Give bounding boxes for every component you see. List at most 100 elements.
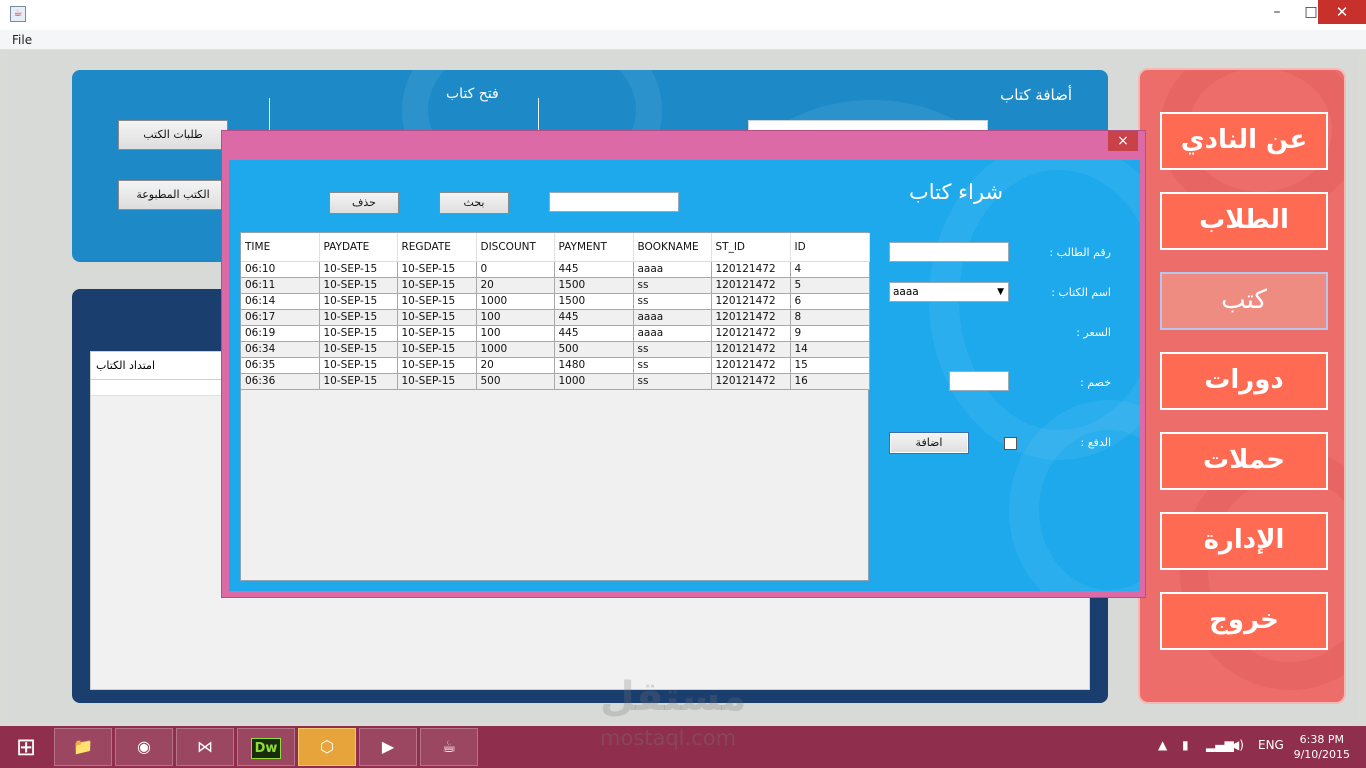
- java-cup-icon: ☕: [10, 6, 26, 22]
- table-cell: 10-SEP-15: [397, 357, 477, 374]
- search-input[interactable]: [549, 192, 679, 212]
- file-explorer-icon[interactable]: 📁: [54, 728, 112, 766]
- table-cell: 120121472: [711, 357, 791, 374]
- table-cell: 500: [476, 373, 555, 390]
- book-requests-button[interactable]: طلبات الكتب: [118, 120, 228, 150]
- table-cell: 9: [790, 325, 870, 342]
- table-cell: 10-SEP-15: [397, 373, 477, 390]
- add-button[interactable]: اضافة: [889, 432, 969, 454]
- table-cell: 10-SEP-15: [397, 293, 477, 310]
- table-cell: aaaa: [633, 309, 712, 326]
- table-cell: 445: [554, 309, 634, 326]
- table-row[interactable]: 06:10 10-SEP-15 10-SEP-15 0 445 aaaa 120…: [241, 261, 870, 278]
- table-row[interactable]: [91, 380, 225, 396]
- chrome-icon[interactable]: ◉: [115, 728, 173, 766]
- table-cell: 1500: [554, 293, 634, 310]
- printed-books-button[interactable]: الكتب المطبوعة: [118, 180, 228, 210]
- table-row[interactable]: 06:34 10-SEP-15 10-SEP-15 1000 500 ss 12…: [241, 341, 870, 358]
- table-cell: 4: [790, 261, 870, 278]
- nav-courses[interactable]: دورات: [1160, 352, 1328, 410]
- table-row[interactable]: 06:17 10-SEP-15 10-SEP-15 100 445 aaaa 1…: [241, 309, 870, 326]
- nav-students[interactable]: الطلاب: [1160, 192, 1328, 250]
- table-cell: 14: [790, 341, 870, 358]
- table-cell: aaaa: [633, 261, 712, 278]
- table-cell: 1000: [554, 373, 634, 390]
- table-cell: 06:17: [241, 309, 320, 326]
- virtualbox-icon[interactable]: ⬡: [298, 728, 356, 766]
- column-header[interactable]: PAYDATE: [319, 233, 398, 262]
- book-name-label: اسم الكتاب :: [1051, 286, 1111, 299]
- book-name-value: aaaa: [893, 286, 919, 298]
- discount-label: خصم :: [1080, 376, 1111, 389]
- table-cell: 120121472: [711, 309, 791, 326]
- table-cell: 120121472: [711, 325, 791, 342]
- table-cell: 20: [476, 277, 555, 294]
- table-cell: 10-SEP-15: [319, 261, 398, 278]
- dreamweaver-icon[interactable]: Dw: [237, 728, 295, 766]
- book-name-select[interactable]: aaaa ▼: [889, 282, 1009, 302]
- table-cell: ss: [633, 341, 712, 358]
- column-header[interactable]: ID: [790, 233, 870, 262]
- delete-button[interactable]: حذف: [329, 192, 399, 214]
- table-cell: 20: [476, 357, 555, 374]
- column-header[interactable]: REGDATE: [397, 233, 477, 262]
- table-cell: 10-SEP-15: [397, 261, 477, 278]
- table-cell: 100: [476, 325, 555, 342]
- window-titlebar: ☕ – □ ✕: [0, 0, 1366, 30]
- table-cell: 1000: [476, 341, 555, 358]
- column-header[interactable]: DISCOUNT: [476, 233, 555, 262]
- system-clock[interactable]: 6:38 PM 9/10/2015: [1294, 732, 1350, 762]
- column-header[interactable]: PAYMENT: [554, 233, 634, 262]
- purchases-grid: TIME PAYDATE REGDATE DISCOUNT PAYMENT BO…: [241, 233, 870, 390]
- nav-administration[interactable]: الإدارة: [1160, 512, 1328, 570]
- price-label: السعر :: [1076, 326, 1111, 339]
- menu-file[interactable]: File: [12, 33, 32, 47]
- table-row[interactable]: 06:14 10-SEP-15 10-SEP-15 1000 1500 ss 1…: [241, 293, 870, 310]
- table-row[interactable]: 06:11 10-SEP-15 10-SEP-15 20 1500 ss 120…: [241, 277, 870, 294]
- table-row[interactable]: 06:35 10-SEP-15 10-SEP-15 20 1480 ss 120…: [241, 357, 870, 374]
- search-button[interactable]: بحث: [439, 192, 509, 214]
- table-cell: 10-SEP-15: [319, 325, 398, 342]
- table-cell: 06:14: [241, 293, 320, 310]
- close-window-button[interactable]: ✕: [1318, 0, 1366, 24]
- language-indicator[interactable]: ENG: [1258, 738, 1284, 752]
- payment-checkbox[interactable]: [1004, 437, 1017, 450]
- table-cell: 06:35: [241, 357, 320, 374]
- nav-about-club[interactable]: عن النادي: [1160, 112, 1328, 170]
- table-cell: 10-SEP-15: [319, 277, 398, 294]
- dialog-close-button[interactable]: ×: [1108, 131, 1138, 151]
- media-center-icon[interactable]: ▶: [359, 728, 417, 766]
- column-header[interactable]: BOOKNAME: [633, 233, 712, 262]
- show-hidden-icons-icon[interactable]: ▲: [1158, 738, 1167, 752]
- table-cell: 1480: [554, 357, 634, 374]
- nav-campaigns[interactable]: حملات: [1160, 432, 1328, 490]
- minimize-button[interactable]: –: [1260, 0, 1294, 24]
- battery-icon[interactable]: ▮: [1182, 738, 1189, 752]
- java-icon[interactable]: ☕: [420, 728, 478, 766]
- student-number-input[interactable]: [889, 242, 1009, 262]
- table-cell: 10-SEP-15: [397, 277, 477, 294]
- table-cell: 10-SEP-15: [397, 325, 477, 342]
- nav-books[interactable]: كتب: [1160, 272, 1328, 330]
- table-cell: 10-SEP-15: [397, 341, 477, 358]
- column-header[interactable]: TIME: [241, 233, 320, 262]
- windows-start-icon[interactable]: ⊞: [0, 726, 52, 768]
- discount-input[interactable]: [949, 371, 1009, 391]
- visual-studio-icon[interactable]: ⋈: [176, 728, 234, 766]
- watermark-arabic: مستقل: [600, 674, 747, 720]
- table-cell: 06:10: [241, 261, 320, 278]
- table-cell: 120121472: [711, 341, 791, 358]
- table-row[interactable]: 06:36 10-SEP-15 10-SEP-15 500 1000 ss 12…: [241, 373, 870, 390]
- volume-icon[interactable]: ◀): [1230, 738, 1244, 752]
- table-cell: 06:36: [241, 373, 320, 390]
- buy-book-dialog: × شراء كتاب بحث حذف TIME PAYDATE REGDATE…: [221, 130, 1146, 598]
- table-cell: 1000: [476, 293, 555, 310]
- watermark-english: mostaql.com: [600, 726, 737, 750]
- chevron-down-icon: ▼: [997, 287, 1004, 297]
- column-header[interactable]: ST_ID: [711, 233, 791, 262]
- table-cell: 445: [554, 325, 634, 342]
- table-row[interactable]: 06:19 10-SEP-15 10-SEP-15 100 445 aaaa 1…: [241, 325, 870, 342]
- table-cell: 10-SEP-15: [319, 293, 398, 310]
- nav-exit[interactable]: خروج: [1160, 592, 1328, 650]
- table-cell: 15: [790, 357, 870, 374]
